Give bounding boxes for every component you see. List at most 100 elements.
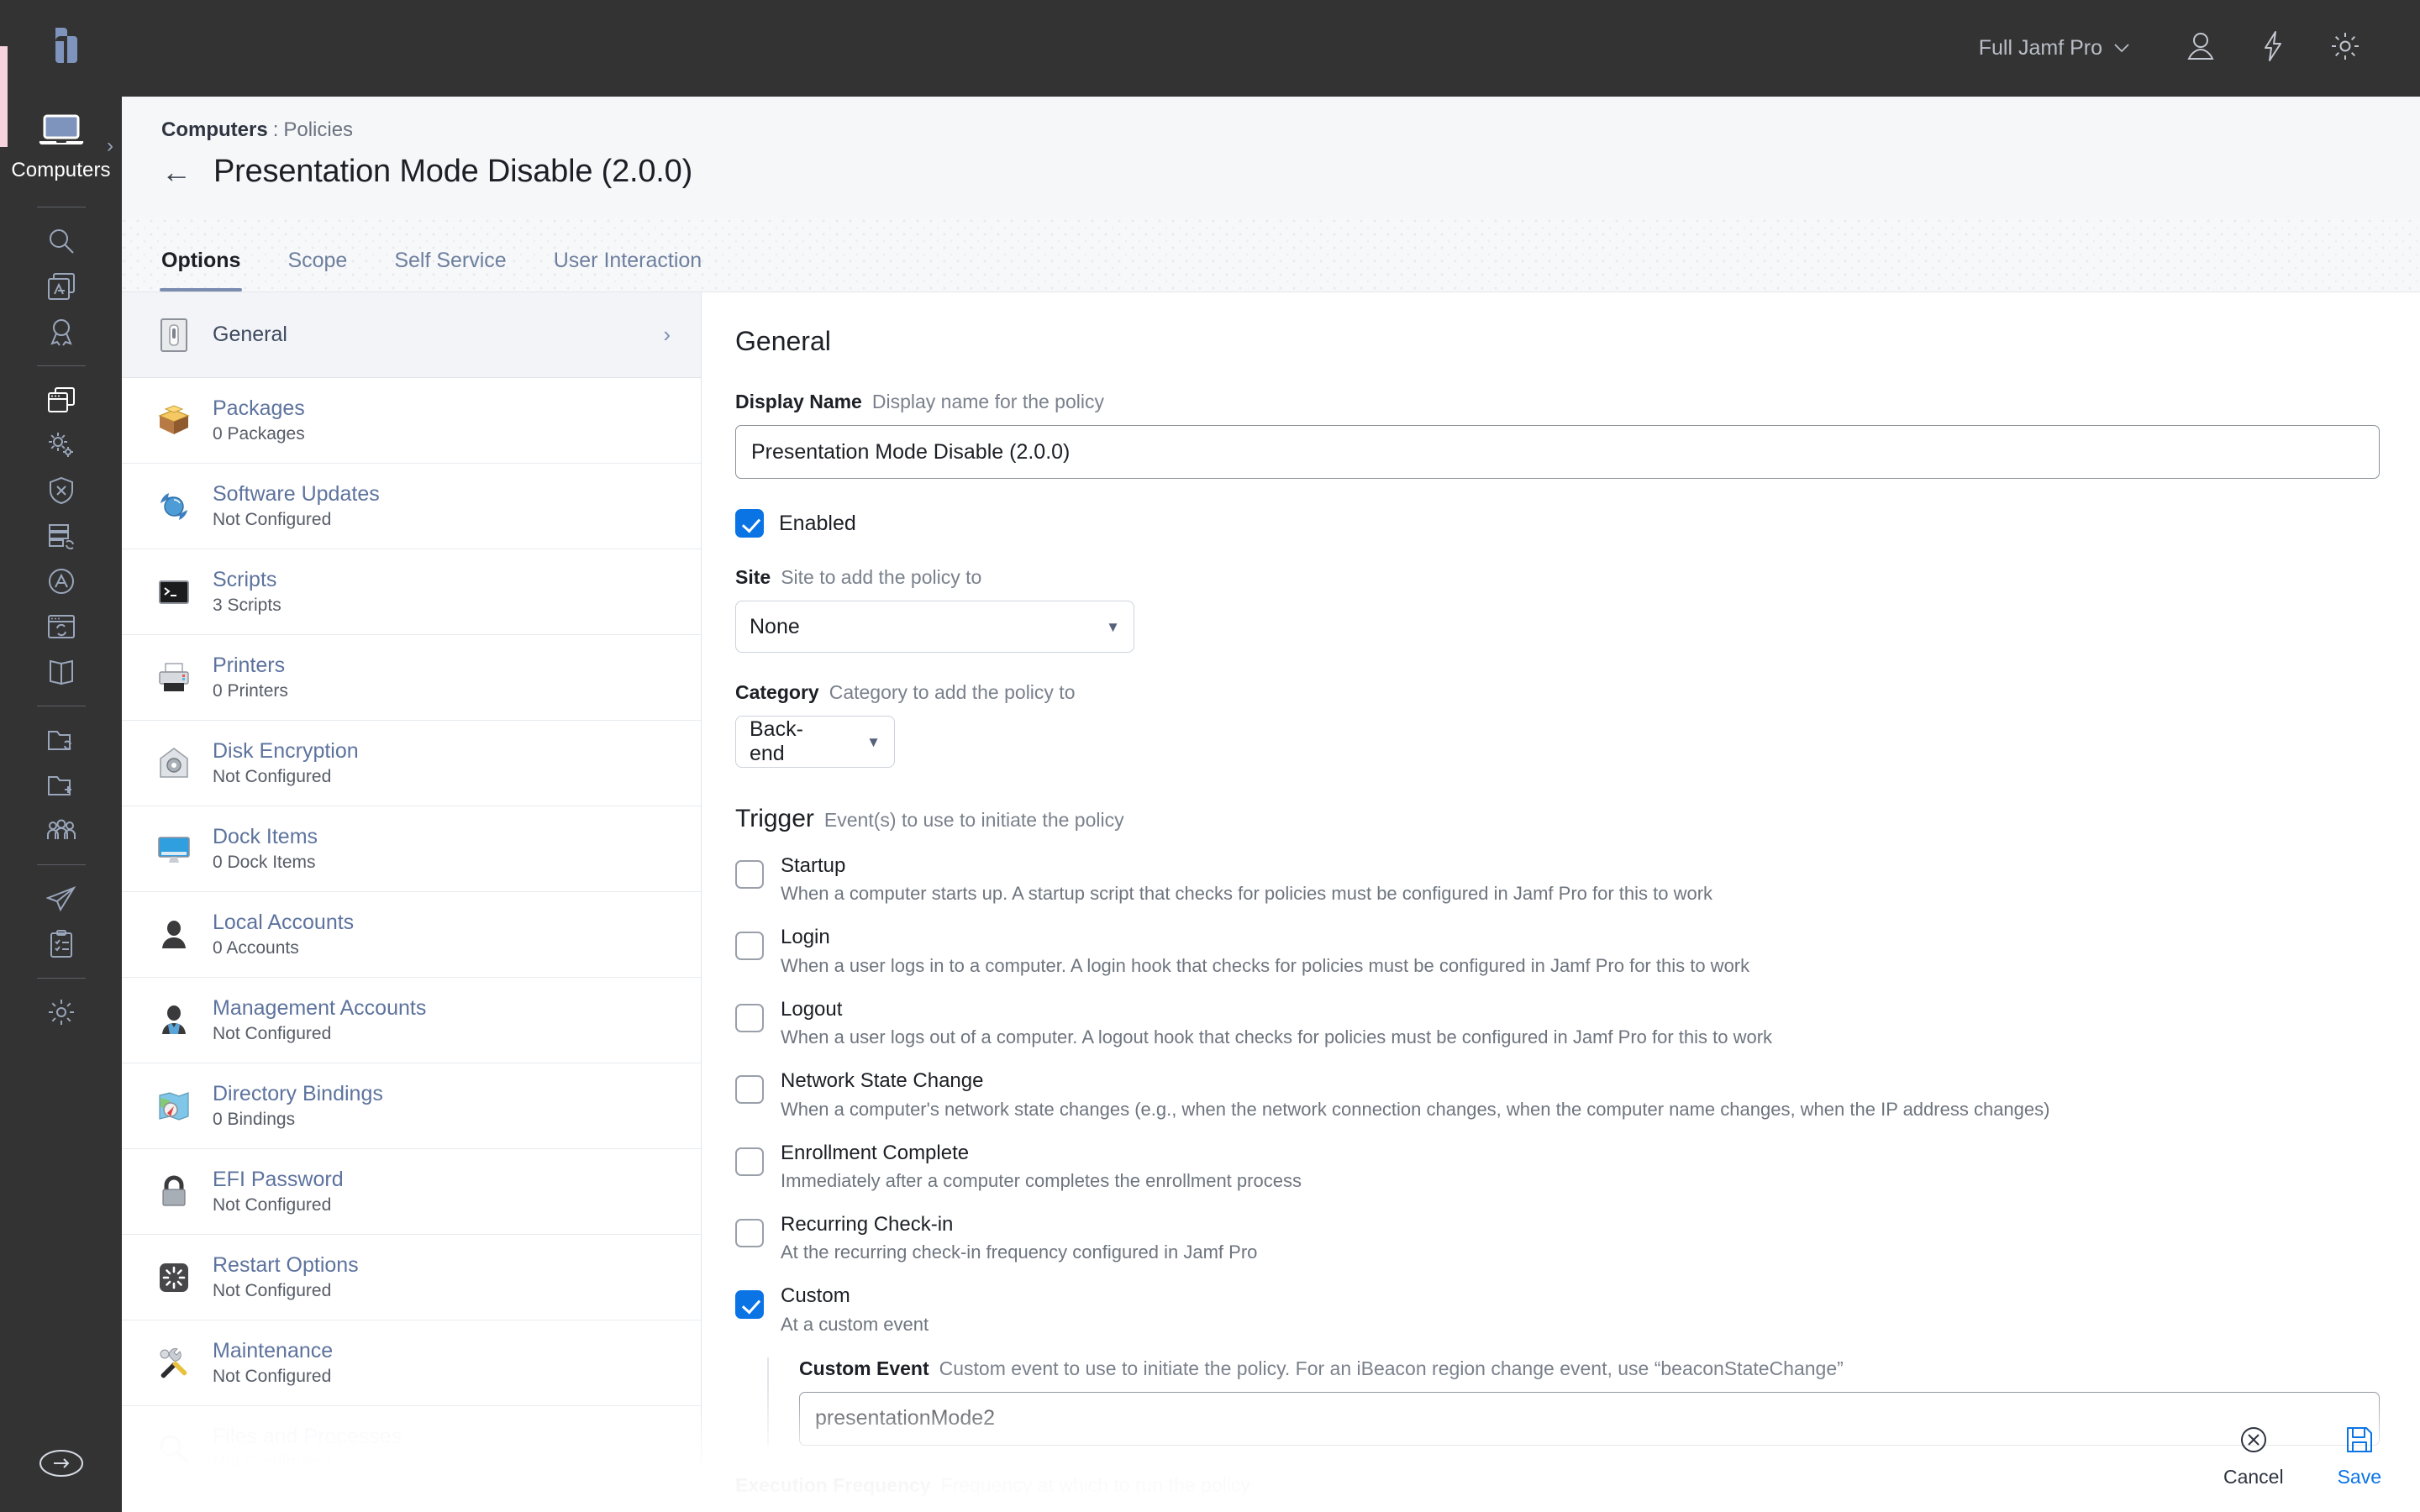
rail-item-mac-apps[interactable] (0, 559, 122, 604)
left-nav-rail: › Computers (0, 0, 122, 1512)
option-row-efi-password[interactable]: EFI Password Not Configured (122, 1149, 701, 1235)
folder-sync-icon (47, 728, 76, 752)
option-row-subtitle: 3 Scripts (213, 595, 281, 615)
option-row-general[interactable]: General › (122, 292, 701, 378)
option-row-subtitle: 0 Packages (213, 423, 305, 444)
rail-item-apps[interactable] (0, 264, 122, 309)
trigger-row-body: Enrollment Complete Immediately after a c… (781, 1142, 1302, 1192)
option-row-files-and-processes[interactable]: Files and Processes Not Configured (122, 1406, 701, 1492)
topbar-settings-button[interactable] (2309, 24, 2381, 74)
save-button[interactable]: Save (2338, 1425, 2381, 1488)
trigger-row-body: Recurring Check-in At the recurring check… (781, 1213, 1257, 1263)
category-hint: Category to add the policy to (829, 681, 1076, 703)
trigger-checkbox-logout[interactable] (735, 1003, 764, 1032)
option-row-scripts[interactable]: Scripts 3 Scripts (122, 549, 701, 635)
trigger-checkbox-recurring-check-in[interactable] (735, 1218, 764, 1247)
cancel-button[interactable]: Cancel (2223, 1425, 2284, 1488)
trigger-checkbox-network-state-change[interactable] (735, 1075, 764, 1105)
option-row-management-accounts[interactable]: Management Accounts Not Configured (122, 978, 701, 1063)
option-row-disk-encryption[interactable]: Disk Encryption Not Configured (122, 721, 701, 806)
option-row-maintenance[interactable]: Maintenance Not Configured (122, 1320, 701, 1406)
display-dock-icon (155, 831, 203, 868)
trigger-row-startup: Startup When a computer starts up. A star… (735, 854, 2380, 905)
trigger-checkbox-startup[interactable] (735, 860, 764, 889)
trigger-checkbox-custom[interactable] (735, 1290, 764, 1320)
trigger-row-body: Custom At a custom event (781, 1284, 929, 1335)
tab-self-service[interactable]: Self Service (394, 249, 506, 291)
enabled-label: Enabled (779, 512, 856, 535)
option-row-text: Maintenance Not Configured (213, 1339, 333, 1387)
breadcrumb-parent[interactable]: Computers (161, 118, 268, 141)
custom-event-input[interactable] (799, 1391, 2380, 1446)
rail-divider (36, 864, 86, 865)
rail-item-users[interactable] (0, 808, 122, 853)
settings-gear-icon (2330, 31, 2360, 66)
tools-wrench-icon (155, 1345, 203, 1382)
rail-item-patch-management[interactable] (0, 513, 122, 559)
close-circle-icon (2239, 1425, 2268, 1458)
rail-item-mass-actions[interactable] (0, 876, 122, 921)
trigger-row-network-state-change: Network State Change When a computer's ne… (735, 1069, 2380, 1120)
site-select[interactable]: None ▼ (735, 601, 1134, 653)
tab-user-interaction[interactable]: User Interaction (554, 249, 702, 291)
shield-restricted-icon (48, 476, 75, 505)
option-row-text: Scripts 3 Scripts (213, 568, 281, 616)
trigger-description: When a user logs out of a computer. A lo… (781, 1026, 1773, 1048)
rail-divider (36, 978, 86, 979)
windows-policies-icon (47, 386, 76, 413)
rail-item-search[interactable] (0, 218, 122, 264)
rail-item-reports[interactable] (0, 921, 122, 967)
back-button[interactable]: ← (161, 156, 192, 187)
option-row-title: Maintenance (213, 1339, 334, 1363)
display-name-input[interactable] (735, 425, 2380, 479)
map-compass-icon (155, 1088, 203, 1125)
option-row-printers[interactable]: Printers 0 Printers (122, 635, 701, 721)
option-row-text: Printers 0 Printers (213, 654, 288, 701)
option-row-packages[interactable]: Packages 0 Packages (122, 378, 701, 464)
execution-frequency-select[interactable]: Ongoing ▼ (735, 1508, 992, 1512)
category-select-value: Back-end (750, 717, 803, 765)
category-field-group: Category Category to add the policy to Ba… (735, 681, 2380, 768)
rail-item-new-group[interactable] (0, 763, 122, 808)
rail-item-certificates[interactable] (0, 309, 122, 354)
rail-item-restricted-software[interactable] (0, 468, 122, 513)
category-select[interactable]: Back-end ▼ (735, 716, 895, 768)
main-area: Full Jamf Pro Computers: Policies ← Pre… (122, 0, 2420, 1512)
jamf-pro-window: › Computers Full Jamf Pro Computers: Po… (0, 0, 2420, 1512)
certificate-badge-icon (47, 318, 76, 346)
tab-label: Scope (287, 249, 348, 272)
enabled-checkbox[interactable] (735, 509, 764, 538)
sidebar-item-computers[interactable]: › Computers (0, 99, 122, 196)
top-bar: Full Jamf Pro (122, 0, 2420, 97)
topbar-account-button[interactable] (2165, 24, 2237, 74)
rail-item-policies[interactable] (0, 377, 122, 423)
option-row-dock-items[interactable]: Dock Items 0 Dock Items (122, 806, 701, 892)
trigger-checkbox-list: Startup When a computer starts up. A star… (735, 854, 2380, 1336)
rail-item-configuration[interactable] (0, 423, 122, 468)
rail-item-settings[interactable] (0, 990, 122, 1035)
lightning-bolt-icon (2263, 30, 2283, 66)
rail-item-patch-policies[interactable] (0, 604, 122, 649)
option-row-title: Disk Encryption (213, 739, 359, 764)
jamf-logo[interactable] (0, 0, 122, 99)
option-row-directory-bindings[interactable]: Directory Bindings 0 Bindings (122, 1063, 701, 1149)
tab-scope[interactable]: Scope (287, 249, 347, 291)
tab-label: Self Service (394, 249, 507, 272)
admin-person-icon (155, 1002, 203, 1039)
custom-event-label: Custom Event (799, 1357, 929, 1379)
rail-collapse-button[interactable] (0, 1449, 122, 1482)
option-row-software-updates[interactable]: Software Updates Not Configured (122, 464, 701, 549)
account-context-switcher[interactable]: Full Jamf Pro (1979, 36, 2129, 60)
breadcrumb-current[interactable]: Policies (283, 118, 353, 141)
trigger-row-login: Login When a user logs in to a computer. … (735, 926, 2380, 976)
option-row-local-accounts[interactable]: Local Accounts 0 Accounts (122, 892, 701, 978)
rail-item-ebooks[interactable] (0, 649, 122, 695)
trigger-checkbox-enrollment-complete[interactable] (735, 1147, 764, 1176)
option-row-restart-options[interactable]: Restart Options Not Configured (122, 1235, 701, 1320)
trigger-checkbox-login[interactable] (735, 932, 764, 961)
topbar-quickactions-button[interactable] (2237, 24, 2309, 74)
rail-item-inventory-sync[interactable] (0, 717, 122, 763)
tab-options[interactable]: Options (159, 249, 243, 291)
site-label-row: Site Site to add the policy to (735, 566, 2380, 589)
sidebar-item-computers-label: Computers (11, 159, 111, 181)
